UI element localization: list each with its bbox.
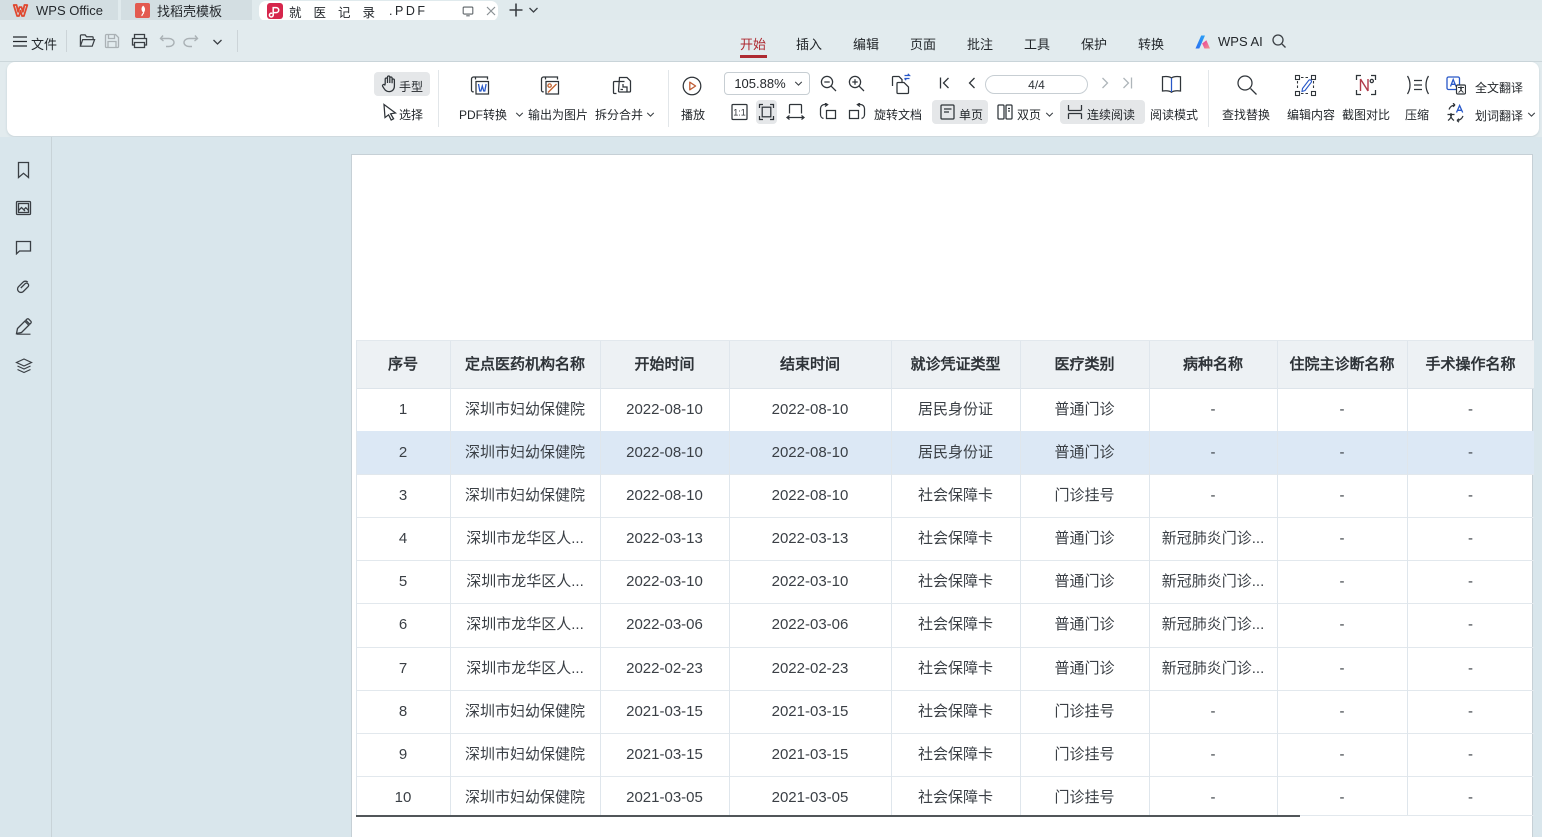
- svg-text:1:1: 1:1: [733, 108, 746, 118]
